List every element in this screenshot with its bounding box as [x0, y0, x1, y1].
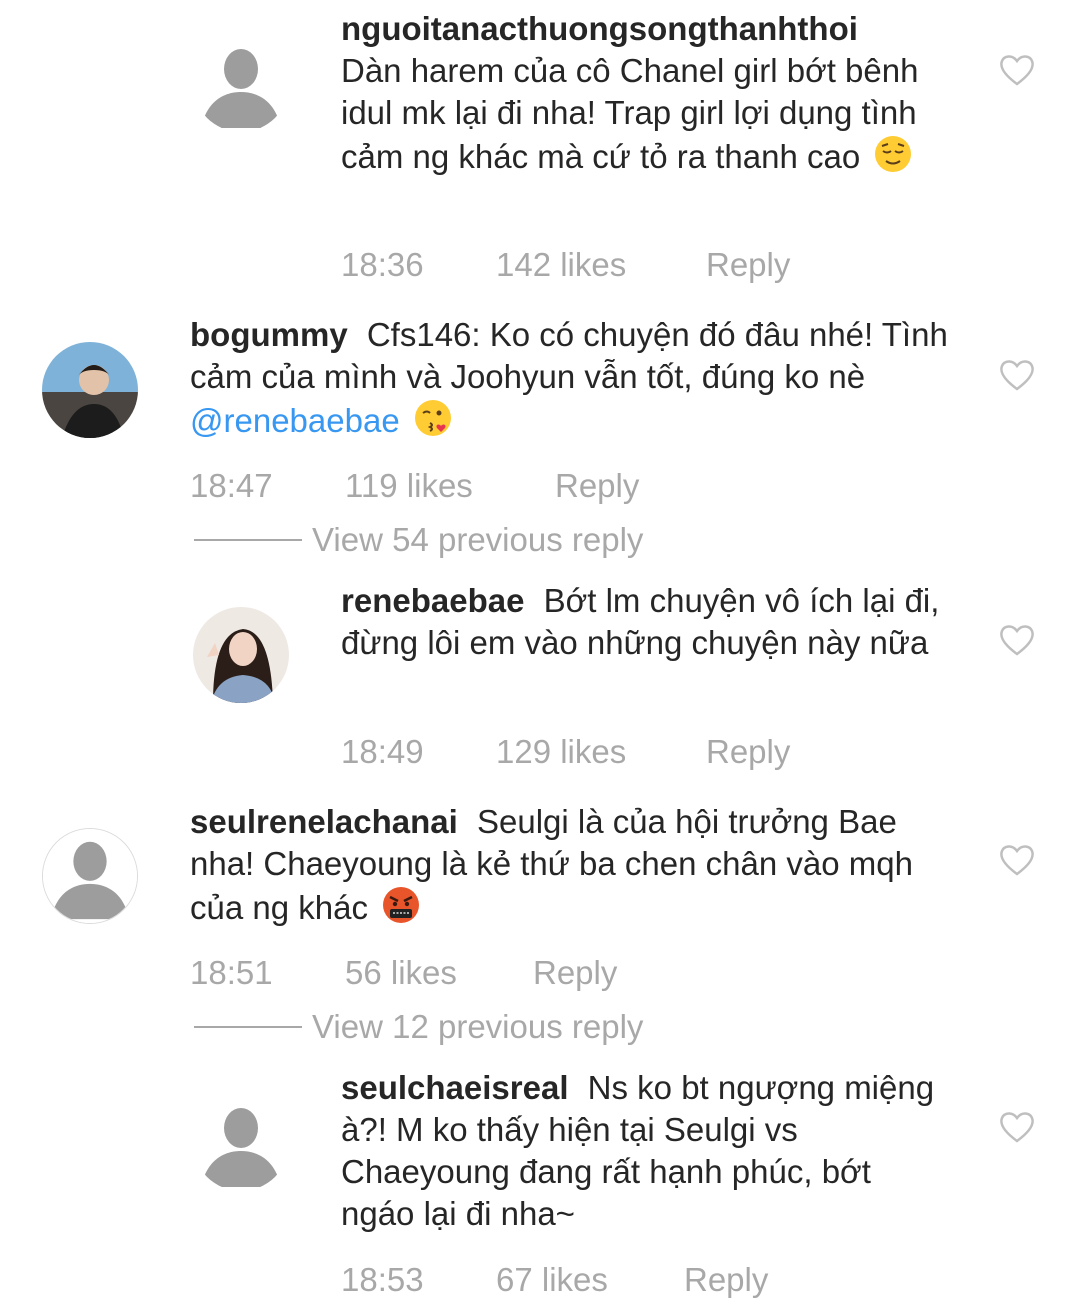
likes-count[interactable]: 119 likes — [345, 467, 473, 505]
profile-photo-avatar[interactable] — [42, 342, 138, 438]
username[interactable]: renebaebae — [341, 582, 524, 619]
reply-button[interactable]: Reply — [533, 954, 617, 992]
divider-line — [194, 1026, 302, 1028]
like-heart-icon[interactable] — [998, 843, 1036, 877]
timestamp: 18:53 — [341, 1261, 424, 1298]
view-previous-label[interactable]: View 54 previous reply — [312, 521, 643, 559]
reply-button[interactable]: Reply — [706, 246, 790, 284]
default-avatar-icon[interactable] — [42, 828, 138, 924]
like-heart-icon[interactable] — [998, 1110, 1036, 1144]
default-avatar-icon[interactable] — [193, 36, 289, 132]
comment-text: seulchaeisreal Ns ko bt ngượng miệng à?!… — [341, 1067, 950, 1235]
comment-text: nguoitanacthuongsongthanhthoi Dàn harem … — [341, 8, 950, 178]
username[interactable]: nguoitanacthuongsongthanhthoi — [341, 10, 858, 47]
timestamp: 18:36 — [341, 246, 424, 283]
timestamp: 18:51 — [190, 954, 273, 991]
username[interactable]: seulrenelachanai — [190, 803, 458, 840]
comment-text: renebaebae Bớt lm chuyện vô ích lại đi, … — [341, 580, 950, 664]
timestamp: 18:49 — [341, 733, 424, 770]
like-heart-icon[interactable] — [998, 358, 1036, 392]
divider-line — [194, 539, 302, 541]
mention-link[interactable]: @renebaebae — [190, 402, 400, 439]
reply-button[interactable]: Reply — [706, 733, 790, 771]
likes-count[interactable]: 142 likes — [496, 246, 626, 284]
default-avatar-icon[interactable] — [193, 1095, 289, 1191]
reply-button[interactable]: Reply — [555, 467, 639, 505]
comment-text: seulrenelachanai Seulgi là của hội trưởn… — [190, 801, 950, 929]
likes-count[interactable]: 129 likes — [496, 733, 626, 771]
comment-text: bogummy Cfs146: Ko có chuyện đó đâu nhé!… — [190, 314, 950, 442]
username[interactable]: bogummy — [190, 316, 348, 353]
profile-photo-avatar[interactable] — [193, 607, 289, 703]
view-previous-label[interactable]: View 12 previous reply — [312, 1008, 643, 1046]
timestamp: 18:47 — [190, 467, 273, 504]
comment-body: Dàn harem của cô Chanel girl bớt bênh id… — [341, 52, 919, 175]
like-heart-icon[interactable] — [998, 53, 1036, 87]
kiss-face-icon — [413, 398, 453, 438]
face-with-symbols-icon — [381, 885, 421, 925]
likes-count[interactable]: 67 likes — [496, 1261, 608, 1299]
like-heart-icon[interactable] — [998, 623, 1036, 657]
view-previous-replies-button[interactable]: View 12 previous reply — [194, 1008, 643, 1046]
reply-button[interactable]: Reply — [684, 1261, 768, 1299]
likes-count[interactable]: 56 likes — [345, 954, 457, 992]
relieved-face-icon — [873, 134, 913, 174]
view-previous-replies-button[interactable]: View 54 previous reply — [194, 521, 643, 559]
username[interactable]: seulchaeisreal — [341, 1069, 569, 1106]
